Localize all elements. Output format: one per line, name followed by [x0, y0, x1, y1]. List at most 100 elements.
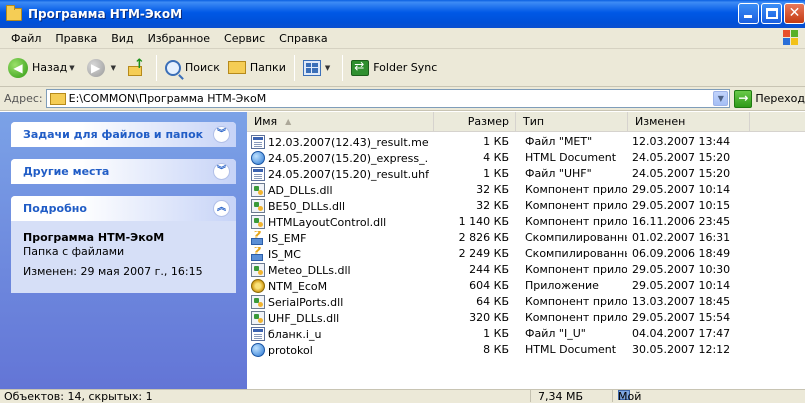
window-title: Программа HTM-ЭкоМ	[28, 7, 183, 21]
address-input[interactable]: E:\COMMON\Программа HTM-ЭкоМ ▼	[45, 89, 731, 108]
file-row[interactable]: UHF_DLLs.dll 320 КБ Компонент прилож... 29.…	[247, 310, 805, 326]
details-panel-header[interactable]: Подробно ︽	[11, 196, 236, 221]
file-row[interactable]: SerialPorts.dll 64 КБ Компонент прилож... 1…	[247, 294, 805, 310]
chevron-down-icon[interactable]: ︾	[213, 163, 230, 180]
folders-button[interactable]: Папки	[224, 54, 290, 82]
column-header-type[interactable]: Тип	[516, 112, 628, 132]
up-folder-icon: ↑	[128, 57, 146, 77]
file-modified: 29.05.2007 10:14	[632, 183, 731, 196]
back-arrow-icon: ◀	[8, 57, 28, 78]
folder-sync-button[interactable]: Folder Sync	[347, 54, 441, 82]
column-header-size[interactable]: Размер	[434, 112, 516, 132]
file-size: 32 КБ	[476, 199, 509, 212]
search-button[interactable]: Поиск	[161, 54, 224, 82]
menu-tools[interactable]: Сервис	[217, 32, 272, 45]
address-dropdown-icon[interactable]: ▼	[713, 91, 729, 106]
back-label: Назад	[32, 61, 68, 74]
tasks-panel-title: Задачи для файлов и папок	[23, 128, 204, 141]
file-name-cell: 12.03.2007(12.43)_result.met	[251, 135, 429, 149]
sort-ascending-icon: ▲	[285, 117, 292, 126]
maximize-button[interactable]	[761, 3, 782, 24]
folders-icon	[227, 61, 246, 74]
file-type: Файл "I_U"	[525, 327, 586, 340]
views-button[interactable]: ▼	[299, 54, 338, 82]
places-panel-title: Другие места	[23, 165, 110, 178]
file-name-cell: AD_DLLs.dll	[251, 183, 429, 197]
file-type: Компонент прилож...	[525, 311, 627, 324]
file-row[interactable]: AD_DLLs.dll 32 КБ Компонент прилож... 29.05…	[247, 182, 805, 198]
file-type: Приложение	[525, 279, 599, 292]
file-name: BE50_DLLs.dll	[268, 199, 346, 213]
doc-file-icon	[251, 135, 265, 149]
go-button[interactable]: → Переход	[734, 89, 805, 108]
details-modified: Изменен: 29 мая 2007 г., 16:15	[23, 265, 203, 278]
file-name: SerialPorts.dll	[268, 295, 344, 309]
file-size: 4 КБ	[483, 151, 509, 164]
file-name-cell: HTMLayoutControl.dll	[251, 215, 429, 229]
chevron-down-icon[interactable]: ︾	[213, 126, 230, 143]
file-row[interactable]: BE50_DLLs.dll 32 КБ Компонент прилож... 29.…	[247, 198, 805, 214]
file-name-cell: UHF_DLLs.dll	[251, 311, 429, 325]
toolbar-separator	[342, 54, 344, 81]
menu-favorites[interactable]: Избранное	[141, 32, 217, 45]
search-icon	[165, 59, 181, 76]
forward-dropdown-icon[interactable]: ▼	[111, 64, 116, 72]
file-row[interactable]: Meteo_DLLs.dll 244 КБ Компонент прилож... 2…	[247, 262, 805, 278]
file-name: 12.03.2007(12.43)_result.met	[268, 135, 429, 149]
file-row[interactable]: 12.03.2007(12.43)_result.met 1 КБ Файл "ME…	[247, 134, 805, 150]
file-row[interactable]: IS_EMF 2 826 КБ Скомпилированны... 01.02.20…	[247, 230, 805, 246]
details-name: Программа HTM-ЭкоМ	[23, 231, 165, 244]
forward-arrow-icon: ▶	[86, 58, 105, 77]
folder-sync-label: Folder Sync	[373, 61, 438, 74]
file-row[interactable]: IS_MC 2 249 КБ Скомпилированны... 06.09.200…	[247, 246, 805, 262]
file-row[interactable]: HTMLayoutControl.dll 1 140 КБ Компонент пр…	[247, 214, 805, 230]
go-arrow-icon: →	[734, 89, 753, 108]
file-name: 24.05.2007(15.20)_result.uhf	[268, 167, 429, 181]
dll-file-icon	[251, 263, 265, 277]
maximize-icon	[766, 8, 778, 19]
file-row[interactable]: бланк.i_u 1 КБ Файл "I_U" 04.04.2007 17:47	[247, 326, 805, 342]
file-name: protokol	[268, 343, 313, 357]
file-name-cell: NTM_EcoM	[251, 279, 429, 293]
places-panel-header[interactable]: Другие места ︾	[11, 159, 236, 184]
title-bar[interactable]: Программа HTM-ЭкоМ ✕	[0, 0, 805, 28]
back-button[interactable]: ◀ Назад ▼	[4, 54, 83, 82]
forward-button[interactable]: ▶ ▼	[83, 54, 124, 82]
file-row[interactable]: NTM_EcoM 604 КБ Приложение 29.05.2007 10:14	[247, 278, 805, 294]
details-panel-body: Программа HTM-ЭкоМ Папка с файлами Измен…	[11, 221, 236, 293]
back-dropdown-icon[interactable]: ▼	[69, 64, 74, 72]
address-label: Адрес:	[4, 92, 43, 105]
minimize-button[interactable]	[738, 3, 759, 24]
file-type: Компонент прилож...	[525, 199, 627, 212]
file-row[interactable]: protokol 8 КБ HTML Document 30.05.2007 12:1…	[247, 342, 805, 358]
menu-file[interactable]: Файл	[4, 32, 48, 45]
column-header-name[interactable]: Имя ▲	[247, 112, 434, 132]
file-size: 1 КБ	[483, 167, 509, 180]
column-header-modified[interactable]: Изменен	[628, 112, 750, 132]
file-row[interactable]: 24.05.2007(15.20)_result.uhf 1 КБ Файл "UH…	[247, 166, 805, 182]
file-name-cell: protokol	[251, 343, 429, 357]
file-modified: 16.11.2006 23:45	[632, 215, 731, 228]
status-bar: Объектов: 14, скрытых: 1 7,34 МБ Мой ком…	[0, 389, 805, 403]
file-modified: 29.05.2007 10:15	[632, 199, 731, 212]
menu-edit[interactable]: Правка	[48, 32, 104, 45]
file-name: IS_MC	[268, 247, 301, 261]
file-rows: 12.03.2007(12.43)_result.met 1 КБ Файл "ME…	[247, 134, 805, 358]
status-objects: Объектов: 14, скрытых: 1	[4, 390, 153, 403]
file-modified: 29.05.2007 10:14	[632, 279, 731, 292]
file-name-cell: 24.05.2007(15.20)_result.uhf	[251, 167, 429, 181]
up-folder-button[interactable]: ↑	[124, 54, 152, 82]
menu-view[interactable]: Вид	[104, 32, 140, 45]
file-modified: 30.05.2007 12:12	[632, 343, 731, 356]
file-name: NTM_EcoM	[268, 279, 328, 293]
file-modified: 24.05.2007 15:20	[632, 151, 731, 164]
address-bar: Адрес: E:\COMMON\Программа HTM-ЭкоМ ▼ → …	[0, 87, 805, 111]
file-size: 244 КБ	[469, 263, 509, 276]
dll-file-icon	[251, 295, 265, 309]
tasks-panel-header[interactable]: Задачи для файлов и папок ︾	[11, 122, 236, 147]
close-button[interactable]: ✕	[784, 3, 805, 24]
file-row[interactable]: 24.05.2007(15.20)_express_... 4 КБ HTML Do…	[247, 150, 805, 166]
menu-help[interactable]: Справка	[272, 32, 334, 45]
file-type: Скомпилированны...	[525, 247, 627, 260]
chevron-up-icon[interactable]: ︽	[213, 200, 230, 217]
